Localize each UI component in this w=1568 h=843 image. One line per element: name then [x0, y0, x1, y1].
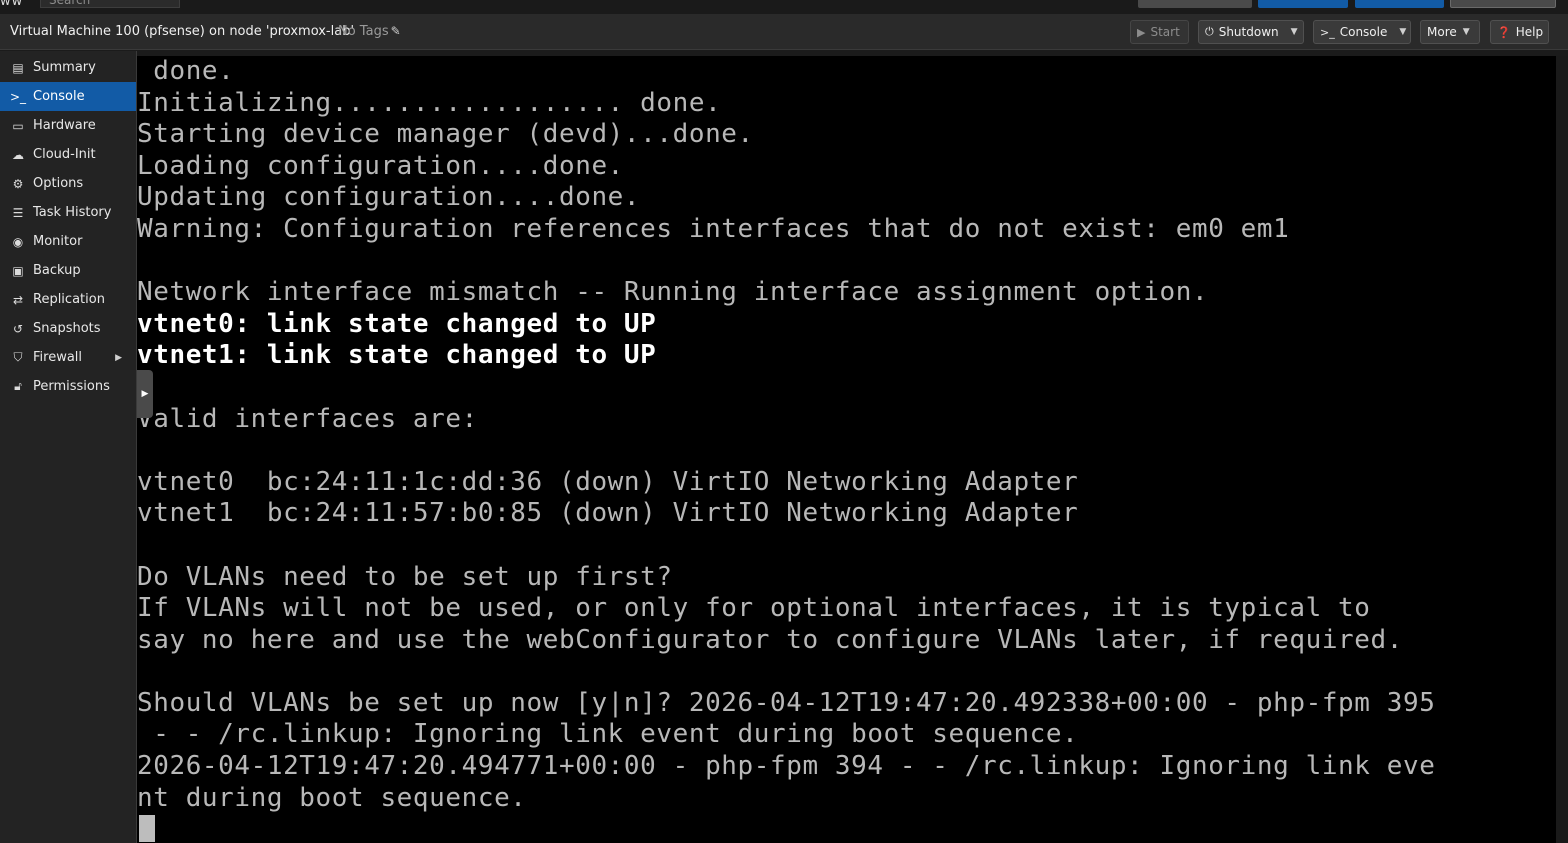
vm-title: Virtual Machine 100 (pfsense) on node 'p…	[10, 24, 355, 39]
console-line: Updating configuration....done.	[137, 182, 641, 213]
help-label: Help	[1515, 25, 1544, 39]
gear-icon: ⚙	[12, 176, 24, 191]
floppy-icon: ▣	[12, 263, 24, 278]
terminal-icon: >_	[10, 89, 27, 104]
cloud-icon: ☁	[12, 147, 24, 162]
console-line: Valid interfaces are:	[137, 403, 478, 434]
console-terminal-output: done. Initializing.................. don…	[137, 56, 1556, 814]
global-search-input[interactable]: Search	[40, 0, 180, 8]
console-line: vtnet1 bc:24:11:57:b0:85 (down) VirtIO N…	[137, 498, 1079, 529]
sidebar-item-label: Hardware	[33, 118, 96, 133]
terminal-icon: >_	[1320, 25, 1335, 39]
sidebar-item-hardware[interactable]: ▭ Hardware	[0, 111, 136, 140]
retweet-icon: ⇄	[12, 292, 24, 307]
start-button[interactable]: ▶ Start	[1130, 20, 1189, 44]
sidebar-item-backup[interactable]: ▣ Backup	[0, 256, 136, 285]
vm-toolbar: Virtual Machine 100 (pfsense) on node 'p…	[0, 14, 1568, 50]
console-line: - - /rc.linkup: Ignoring link event duri…	[137, 719, 1079, 750]
console-line: say no here and use the webConfigurator …	[137, 624, 1403, 655]
chevron-down-icon[interactable]: ▼	[1291, 27, 1298, 37]
unlock-icon: 🔓︎	[14, 379, 22, 393]
no-tags-label: No Tags	[338, 24, 389, 39]
console-button[interactable]: >_ Console ▼	[1313, 20, 1411, 44]
sidebar-item-label: Replication	[33, 292, 105, 307]
sidebar-item-task-history[interactable]: ☰ Task History	[0, 198, 136, 227]
console-line: 2026-04-12T19:47:20.494771+00:00 - php-f…	[137, 751, 1436, 782]
global-button-2[interactable]	[1258, 0, 1348, 8]
global-button-1[interactable]	[1138, 0, 1252, 8]
console-line: vtnet1: link state changed to UP	[137, 340, 657, 371]
console-line: done.	[137, 56, 235, 86]
list-icon: ☰	[12, 205, 24, 220]
book-icon: ▤	[12, 60, 24, 75]
console-right-gutter	[1556, 56, 1568, 843]
shutdown-button[interactable]: ⏻ Shutdown ▼	[1198, 20, 1304, 44]
novnc-console[interactable]: done. Initializing.................. don…	[137, 56, 1556, 843]
sidebar-item-label: Task History	[33, 205, 112, 220]
brand-logo: ww	[0, 0, 24, 9]
more-button[interactable]: More ▼	[1420, 20, 1480, 44]
console-line: Do VLANs need to be set up first?	[137, 561, 673, 592]
start-label: Start	[1150, 25, 1180, 39]
sidebar-item-label: Options	[33, 176, 84, 191]
sidebar-item-cloud-init[interactable]: ☁ Cloud-Init	[0, 140, 136, 169]
tags-area[interactable]: No Tags ✎	[338, 24, 401, 39]
sidebar-item-firewall[interactable]: ⛉ Firewall ▶	[0, 343, 136, 372]
monitor-icon: ▭	[12, 118, 24, 133]
power-icon: ⏻	[1205, 25, 1214, 38]
sidebar-item-label: Summary	[33, 60, 96, 75]
play-icon: ▶	[1137, 25, 1146, 39]
sidebar-item-permissions[interactable]: 🔓︎ Permissions	[0, 372, 136, 401]
sidebar-item-summary[interactable]: ▤ Summary	[0, 53, 136, 82]
global-button-4[interactable]	[1450, 0, 1556, 8]
console-line: nt during boot sequence.	[137, 782, 527, 813]
chevron-right-icon[interactable]: ▶	[115, 353, 122, 363]
sidebar-item-monitor[interactable]: ◉ Monitor	[0, 227, 136, 256]
sidebar-item-snapshots[interactable]: ↺ Snapshots	[0, 314, 136, 343]
sidebar-item-console[interactable]: >_ Console	[0, 82, 136, 111]
eye-icon: ◉	[12, 234, 24, 249]
more-label: More	[1427, 25, 1457, 39]
console-line: Starting device manager (devd)...done.	[137, 119, 754, 150]
pencil-icon[interactable]: ✎	[391, 24, 401, 38]
sidebar-item-label: Cloud-Init	[33, 147, 96, 162]
console-line: Loading configuration....done.	[137, 150, 624, 181]
sidebar-item-label: Monitor	[33, 234, 83, 249]
chevron-down-icon: ▼	[1462, 27, 1470, 37]
sidebar-item-label: Console	[33, 89, 85, 104]
console-line: vtnet0 bc:24:11:1c:dd:36 (down) VirtIO N…	[137, 466, 1079, 497]
terminal-cursor	[139, 815, 155, 842]
console-line: Should VLANs be set up now [y|n]? 2026-0…	[137, 687, 1436, 718]
console-line: Initializing.................. done.	[137, 87, 722, 118]
sidebar-item-replication[interactable]: ⇄ Replication	[0, 285, 136, 314]
sidebar-item-label: Permissions	[33, 379, 110, 394]
question-icon: ❓	[1497, 25, 1511, 39]
sidebar-item-label: Firewall	[33, 350, 83, 365]
sidebar-item-options[interactable]: ⚙ Options	[0, 169, 136, 198]
chevron-right-icon: ▶	[141, 389, 149, 399]
console-line: If VLANs will not be used, or only for o…	[137, 593, 1371, 624]
sidebar-item-label: Snapshots	[33, 321, 101, 336]
console-line: Network interface mismatch -- Running in…	[137, 277, 1209, 308]
novnc-control-bar-handle[interactable]: ▶	[137, 370, 153, 418]
help-button[interactable]: ❓ Help	[1490, 20, 1549, 44]
console-line: vtnet0: link state changed to UP	[137, 308, 657, 339]
vm-sidebar: ▤ Summary >_ Console ▭ Hardware ☁ Cloud-…	[0, 51, 137, 843]
console-line: Warning: Configuration references interf…	[137, 213, 1290, 244]
console-label: Console	[1339, 25, 1388, 39]
shield-icon: ⛉	[13, 350, 23, 364]
global-button-3[interactable]	[1355, 0, 1444, 8]
shutdown-label: Shutdown	[1218, 25, 1279, 39]
chevron-down-icon[interactable]: ▼	[1399, 27, 1406, 37]
history-icon: ↺	[12, 321, 24, 336]
global-header-strip: ww Search	[0, 0, 1568, 14]
sidebar-item-label: Backup	[33, 263, 81, 278]
